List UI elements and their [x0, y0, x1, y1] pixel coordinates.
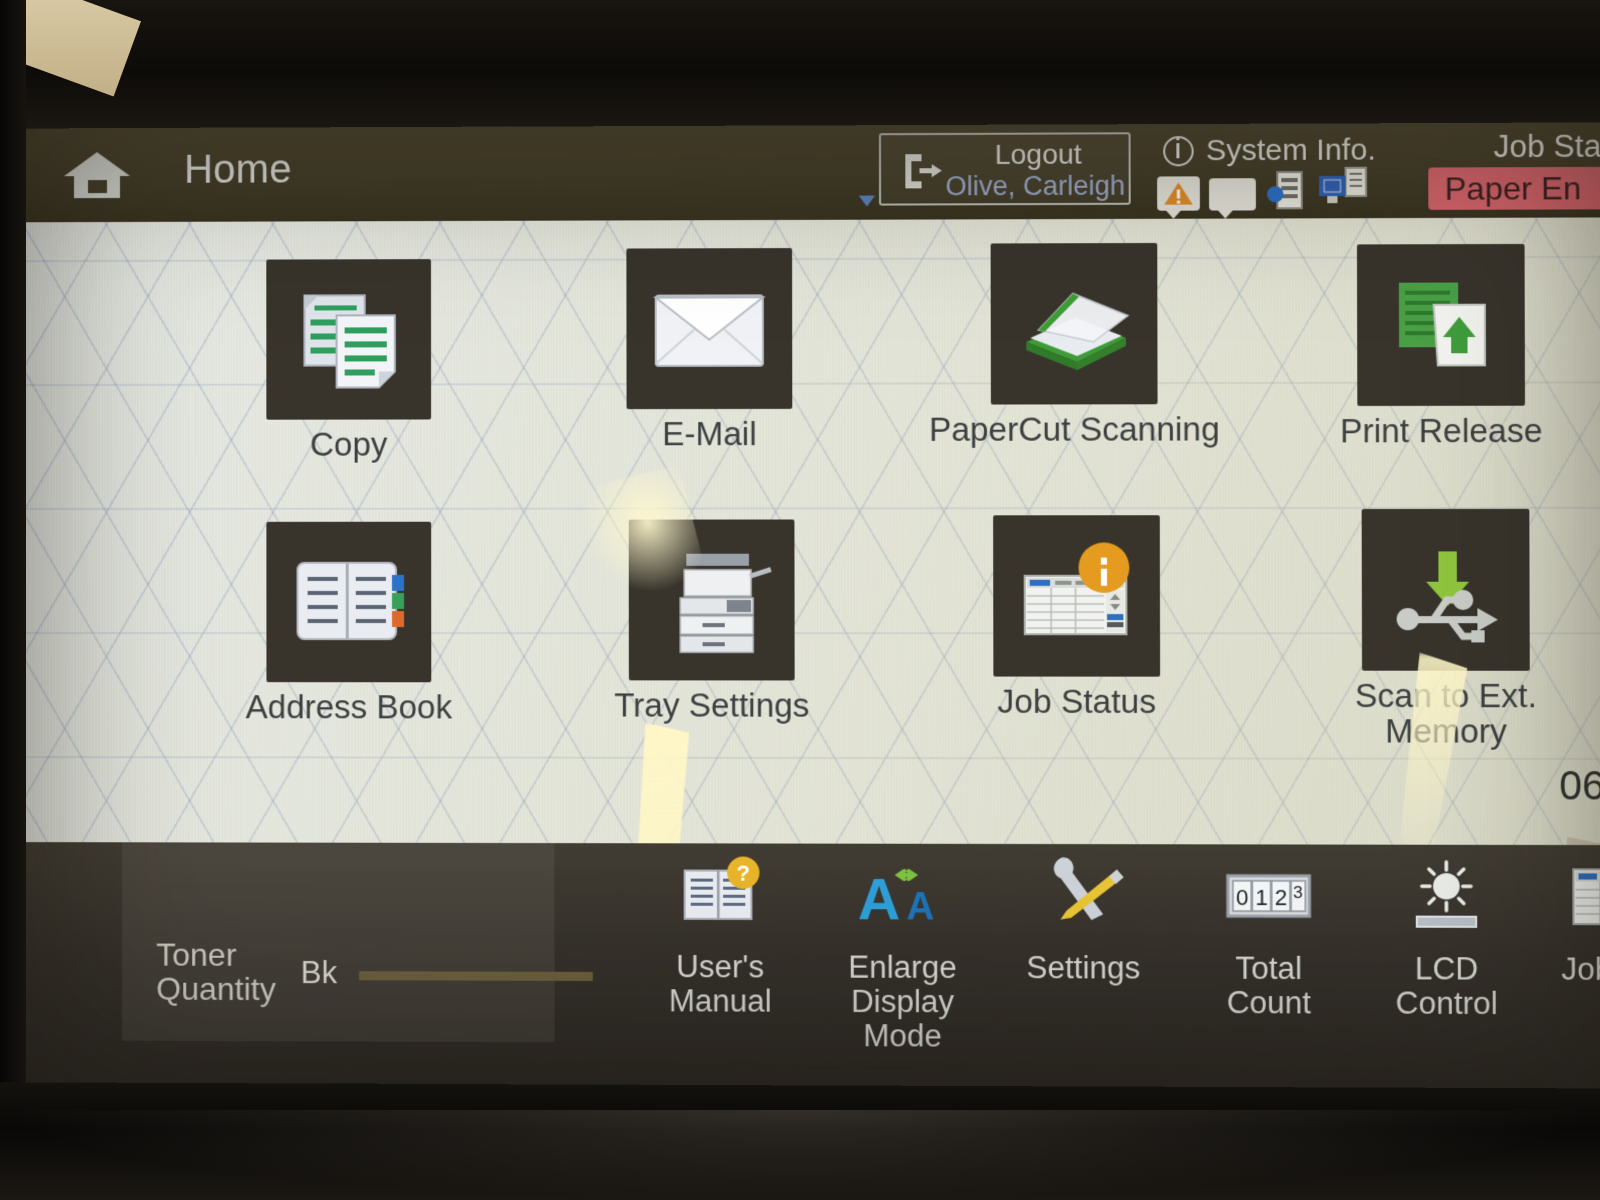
flatbed-scanner-icon: [990, 242, 1158, 405]
page-title: Home: [184, 147, 292, 192]
toner-quantity-panel[interactable]: Toner Quantity Bk: [122, 842, 593, 1043]
toolbar-item-label: LCD Control: [1395, 951, 1498, 1022]
logout-label: Logout: [994, 138, 1082, 170]
toolbar-item-settings[interactable]: Settings: [1002, 852, 1165, 986]
tile-print-release[interactable]: Print Release: [1340, 243, 1543, 449]
tile-job-status[interactable]: Job Status: [993, 515, 1161, 720]
status-icon-tray: [1157, 166, 1370, 211]
tile-label: Address Book: [245, 688, 453, 726]
tile-email[interactable]: E-Mail: [626, 248, 793, 452]
toner-level-bar: [359, 971, 593, 981]
mfp-trays-icon: [628, 519, 795, 681]
toolbar-item-job-status[interactable]: Job S: [1534, 853, 1600, 987]
toolbar-item-lcd-control[interactable]: LCD Control: [1365, 853, 1529, 1022]
toolbar-item-label: Enlarge Display Mode: [848, 949, 957, 1054]
envelope-icon: [626, 248, 793, 410]
tile-papercut-scanning[interactable]: PaperCut Scanning: [929, 242, 1220, 448]
tile-address-book[interactable]: Address Book: [246, 521, 452, 725]
toolbar-item-label: User's Manual: [668, 948, 772, 1019]
tile-label: Print Release: [1339, 411, 1543, 450]
svg-text:0: 0: [1236, 885, 1249, 910]
counter-0123-icon: 0123: [1187, 852, 1350, 939]
svg-text:2: 2: [1275, 885, 1288, 910]
manual-question-icon: ?: [639, 851, 801, 938]
logged-in-user: Olive, Carleigh: [945, 170, 1126, 202]
toolbar-item-label: Job S: [1561, 951, 1600, 988]
tile-label: PaperCut Scanning: [928, 410, 1220, 448]
home-workspace: Copy E-Mail PaperCut Scanning Print Rele…: [25, 217, 1600, 846]
system-info-label: System Info.: [1205, 133, 1376, 168]
toolbar-item-label: Settings: [1026, 949, 1141, 986]
tile-scan-to-ext-memory[interactable]: Scan to Ext. Memory: [1355, 508, 1537, 750]
job-list-info-icon: [993, 515, 1161, 677]
bezel-left: [0, 0, 26, 1200]
job-status-header-label: Job Sta: [1493, 128, 1600, 165]
brightness-sun-icon: [1365, 853, 1529, 940]
bezel-top: [0, 0, 1600, 128]
status-badge[interactable]: Paper En: [1428, 166, 1600, 210]
toolbar-item-total-count[interactable]: 0123 Total Count: [1187, 852, 1351, 1021]
tile-label: Tray Settings: [614, 686, 810, 724]
bottom-toolbar: Toner Quantity Bk ? User's Manual A A En…: [25, 842, 1600, 1089]
panel-photo: Home Logout Olive, Carleigh System Info.: [0, 0, 1600, 1200]
header-bar: Home Logout Olive, Carleigh System Info.: [26, 122, 1600, 223]
tile-label: Scan to Ext. Memory: [1354, 676, 1538, 750]
toolbar-item-enlarge-display-mode[interactable]: A A Enlarge Display Mode: [821, 852, 984, 1054]
svg-text:A: A: [858, 868, 901, 933]
toner-color-label: Bk: [300, 954, 338, 991]
supply-status-icon[interactable]: [1265, 170, 1306, 210]
message-bubble-icon[interactable]: [1209, 178, 1256, 211]
warning-triangle-icon[interactable]: [1157, 176, 1200, 211]
clock: 06:: [1559, 763, 1600, 809]
home-icon[interactable]: [62, 150, 132, 200]
svg-text:3: 3: [1293, 883, 1303, 902]
print-release-icon: [1356, 243, 1525, 406]
svg-text:A: A: [906, 886, 934, 928]
toolbar-item-label: Total Count: [1226, 950, 1312, 1021]
dropdown-caret-icon: [858, 195, 875, 207]
address-book-icon: [266, 521, 432, 683]
tile-tray-settings[interactable]: Tray Settings: [614, 519, 809, 724]
usb-download-icon: [1361, 508, 1530, 671]
copy-documents-icon: [266, 259, 432, 420]
tile-label: Copy: [309, 425, 388, 463]
tile-label: E-Mail: [662, 414, 757, 453]
toner-quantity-label: Toner Quantity: [156, 936, 276, 1007]
job-list-icon: [1534, 853, 1600, 941]
enlarge-text-icon: A A: [821, 852, 983, 939]
toolbar-item-users-manual[interactable]: ? User's Manual: [639, 851, 801, 1019]
status-badge-label: Paper En: [1444, 169, 1582, 207]
touchscreen[interactable]: Home Logout Olive, Carleigh System Info.: [25, 122, 1600, 1089]
info-circle-icon: [1163, 136, 1194, 167]
svg-text:1: 1: [1255, 885, 1268, 910]
svg-text:?: ?: [736, 861, 750, 886]
printer-queue-icon[interactable]: [1315, 166, 1370, 211]
logout-button[interactable]: Logout Olive, Carleigh: [878, 132, 1131, 206]
logout-icon: [899, 151, 944, 191]
wrench-screwdriver-icon: [1002, 852, 1165, 939]
tile-copy[interactable]: Copy: [266, 259, 432, 463]
tile-label: Job Status: [997, 682, 1157, 721]
bezel-sheen: [0, 1110, 1600, 1200]
